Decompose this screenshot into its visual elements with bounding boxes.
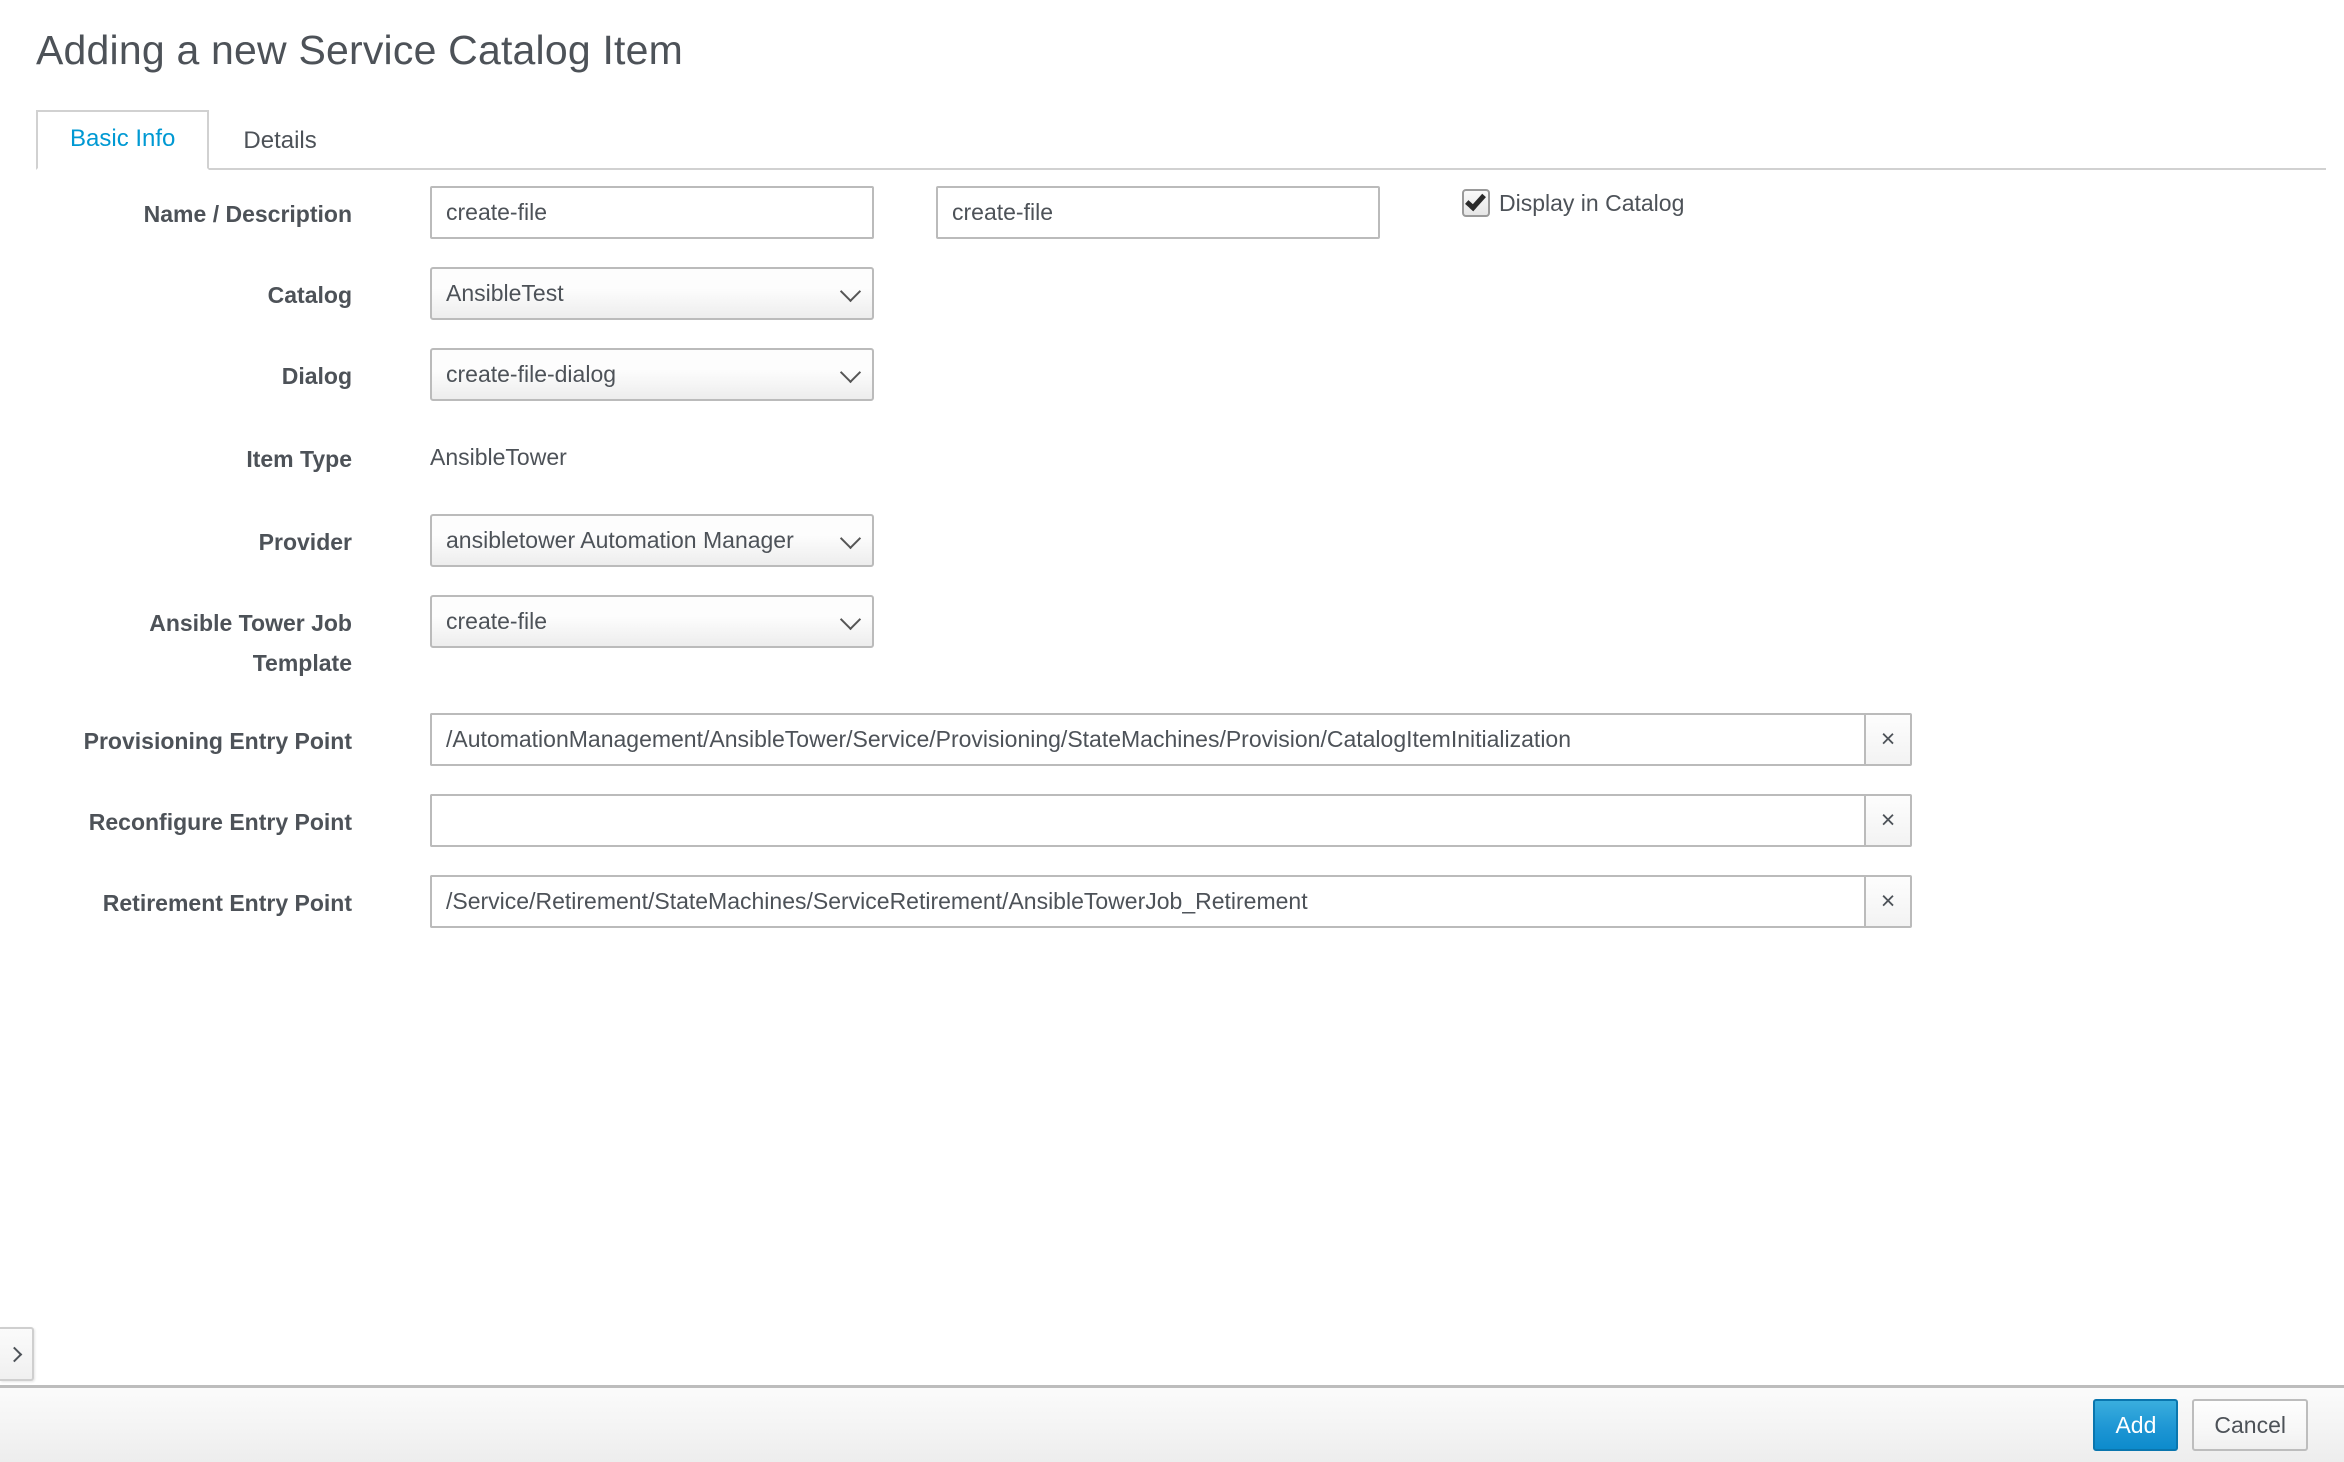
form-row-provider: Provider ansibletower Automation Manager	[0, 514, 2344, 567]
chevron-right-icon	[7, 1346, 23, 1362]
close-icon: ×	[1881, 727, 1896, 752]
label-provider: Provider	[0, 514, 368, 562]
label-catalog: Catalog	[0, 267, 368, 315]
catalog-select[interactable]: AnsibleTest	[430, 267, 874, 320]
provider-select-value: ansibletower Automation Manager	[446, 527, 832, 554]
job-template-select-value: create-file	[446, 608, 832, 635]
label-job-template-line2: Template	[0, 643, 352, 683]
label-job-template-line1: Ansible Tower Job	[0, 603, 352, 643]
add-button[interactable]: Add	[2093, 1399, 2178, 1451]
page-title: Adding a new Service Catalog Item	[36, 26, 683, 75]
label-dialog: Dialog	[0, 348, 368, 396]
tab-details-label: Details	[243, 127, 316, 154]
label-job-template: Ansible Tower Job Template	[0, 595, 368, 683]
retirement-entry-point-clear-button[interactable]: ×	[1864, 875, 1912, 928]
form-row-reconfigure-entry-point: Reconfigure Entry Point ×	[0, 794, 2344, 847]
chevron-down-icon	[840, 280, 861, 301]
tab-basic-info[interactable]: Basic Info	[36, 110, 209, 170]
close-icon: ×	[1881, 889, 1896, 914]
form-row-name-description: Name / Description Display in Catalog	[0, 186, 2344, 239]
form-row-item-type: Item Type AnsibleTower	[0, 431, 2344, 484]
retirement-entry-point-group: ×	[430, 875, 1912, 928]
tab-details[interactable]: Details	[209, 112, 350, 170]
form-row-provisioning-entry-point: Provisioning Entry Point ×	[0, 713, 2344, 766]
provider-select[interactable]: ansibletower Automation Manager	[430, 514, 874, 567]
form-row-job-template: Ansible Tower Job Template create-file	[0, 595, 2344, 683]
basic-info-form: Name / Description Display in Catalog Ca…	[0, 186, 2344, 950]
service-catalog-item-form-page: Adding a new Service Catalog Item Basic …	[0, 0, 2344, 1462]
name-input[interactable]	[430, 186, 874, 239]
description-input[interactable]	[936, 186, 1380, 239]
form-row-retirement-entry-point: Retirement Entry Point ×	[0, 875, 2344, 928]
label-reconfigure-entry-point: Reconfigure Entry Point	[0, 794, 368, 842]
form-row-dialog: Dialog create-file-dialog	[0, 348, 2344, 401]
tab-basic-info-label: Basic Info	[70, 125, 175, 152]
sidebar-expander-toggle[interactable]	[0, 1327, 34, 1381]
reconfigure-entry-point-input[interactable]	[430, 794, 1864, 847]
provisioning-entry-point-clear-button[interactable]: ×	[1864, 713, 1912, 766]
catalog-select-value: AnsibleTest	[446, 280, 832, 307]
reconfigure-entry-point-clear-button[interactable]: ×	[1864, 794, 1912, 847]
item-type-value: AnsibleTower	[430, 431, 567, 484]
dialog-select[interactable]: create-file-dialog	[430, 348, 874, 401]
chevron-down-icon	[840, 361, 861, 382]
tab-bar: Basic Info Details	[36, 112, 2326, 170]
display-in-catalog-label: Display in Catalog	[1499, 190, 1684, 217]
label-item-type: Item Type	[0, 431, 368, 479]
label-provisioning-entry-point: Provisioning Entry Point	[0, 713, 368, 761]
checkbox-box	[1462, 189, 1490, 217]
form-footer: Add Cancel	[0, 1385, 2344, 1462]
chevron-down-icon	[840, 527, 861, 548]
job-template-select[interactable]: create-file	[430, 595, 874, 648]
form-row-catalog: Catalog AnsibleTest	[0, 267, 2344, 320]
label-name-description: Name / Description	[0, 186, 368, 234]
label-retirement-entry-point: Retirement Entry Point	[0, 875, 368, 923]
check-icon	[1465, 190, 1486, 211]
provisioning-entry-point-group: ×	[430, 713, 1912, 766]
reconfigure-entry-point-group: ×	[430, 794, 1912, 847]
provisioning-entry-point-input[interactable]	[430, 713, 1864, 766]
close-icon: ×	[1881, 808, 1896, 833]
retirement-entry-point-input[interactable]	[430, 875, 1864, 928]
display-in-catalog-checkbox[interactable]: Display in Catalog	[1462, 186, 1684, 217]
cancel-button[interactable]: Cancel	[2192, 1399, 2308, 1451]
dialog-select-value: create-file-dialog	[446, 361, 832, 388]
chevron-down-icon	[840, 608, 861, 629]
